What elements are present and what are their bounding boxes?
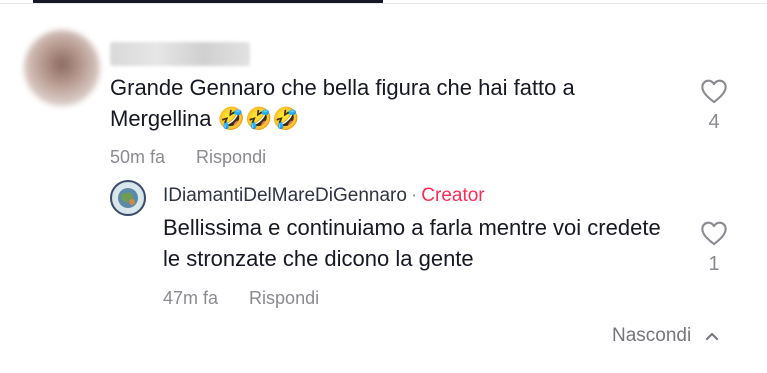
- globe-avatar-icon: [118, 188, 138, 208]
- reply-username[interactable]: IDiamantiDelMareDiGennaro: [163, 185, 407, 206]
- comment-emojis: 🤣🤣🤣: [217, 106, 300, 131]
- divider: [0, 3, 767, 4]
- commenter-username-redacted[interactable]: [110, 42, 250, 66]
- reply-text: Bellissima e continuiamo a farla mentre …: [163, 215, 661, 271]
- comment-text: Grande Gennaro che bella figura che hai …: [110, 72, 670, 134]
- hide-replies-label: Nascondi: [612, 325, 692, 346]
- heart-outline-icon: [701, 221, 727, 246]
- creator-avatar[interactable]: [110, 180, 146, 216]
- comment-like-button[interactable]: 4: [697, 78, 731, 134]
- creator-badge: Creator: [421, 185, 485, 206]
- separator-dot: ·: [410, 185, 418, 206]
- comment-like-count: 4: [708, 111, 720, 133]
- reply-header: IDiamantiDelMareDiGennaro · Creator: [163, 183, 485, 209]
- reply-meta: 47m fa Rispondi: [163, 288, 319, 309]
- comment-text-body: Grande Gennaro che bella figura che hai …: [110, 75, 575, 131]
- commenter-avatar[interactable]: [24, 30, 100, 106]
- chevron-up-icon: [705, 332, 718, 340]
- heart-outline-icon: [701, 79, 727, 104]
- reply-timestamp: 47m fa: [163, 288, 219, 308]
- comment-timestamp: 50m fa: [110, 147, 166, 167]
- reply-like-button[interactable]: 1: [697, 220, 731, 276]
- reply-reply-button[interactable]: Rispondi: [249, 288, 319, 308]
- hide-replies-button[interactable]: Nascondi: [612, 325, 719, 347]
- comment-meta: 50m fa Rispondi: [110, 147, 266, 168]
- reply-like-count: 1: [708, 253, 720, 275]
- comment-reply-button[interactable]: Rispondi: [196, 147, 266, 167]
